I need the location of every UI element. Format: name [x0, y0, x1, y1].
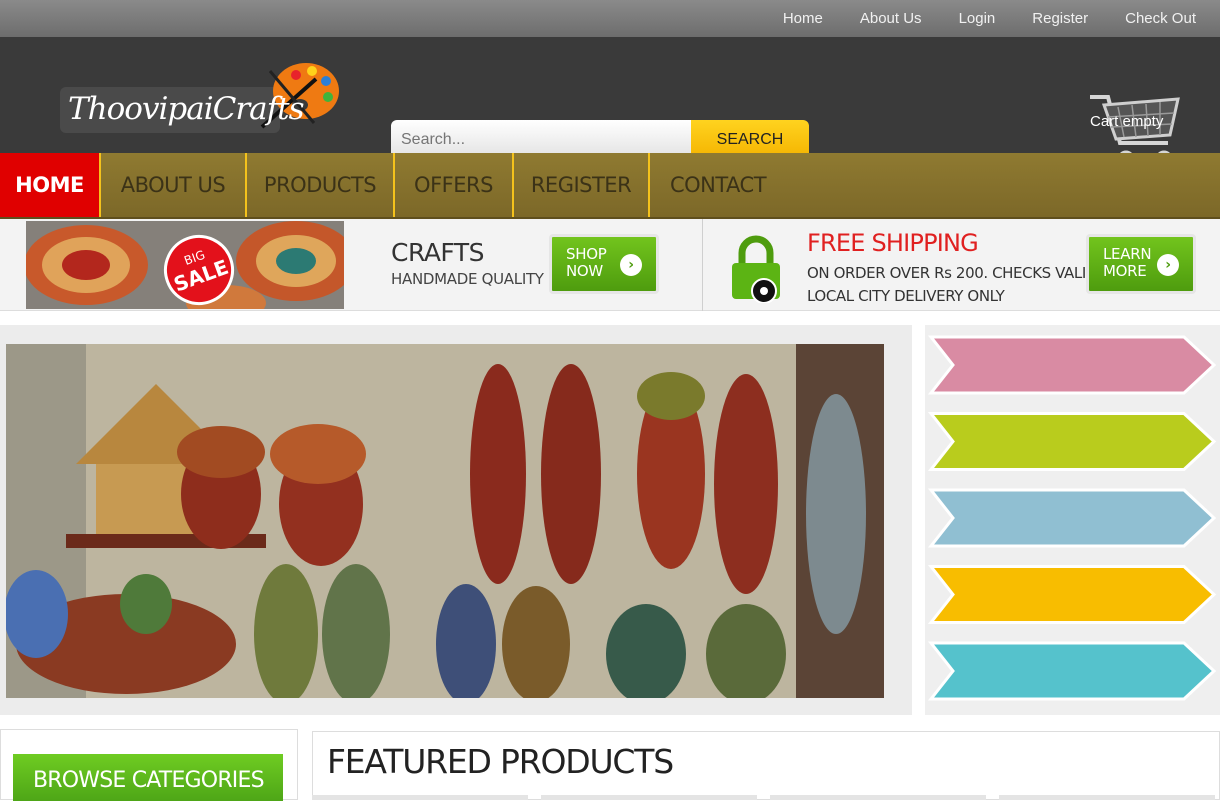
- learn-more-line2: MORE: [1103, 262, 1147, 280]
- product-card[interactable]: [999, 795, 1215, 800]
- top-link-home[interactable]: Home: [783, 10, 823, 27]
- shop-now-button[interactable]: SHOP NOW ›: [549, 234, 659, 294]
- promo-strip: BIG SALE CRAFTS HANDMADE QUALITY SHOP NO…: [0, 219, 1220, 311]
- sale-banner-image[interactable]: BIG SALE: [26, 221, 344, 309]
- crafts-promo: CRAFTS HANDMADE QUALITY: [391, 238, 544, 288]
- browse-categories-panel: BROWSE CATEGORIES: [0, 729, 298, 801]
- crafts-title: CRAFTS: [391, 238, 484, 267]
- wall-masks-image: [6, 344, 884, 698]
- nav-item-home[interactable]: HOME: [0, 153, 101, 217]
- nav-item-products[interactable]: PRODUCTS: [247, 153, 395, 217]
- shipping-title: FREE SHIPPING: [807, 229, 979, 257]
- side-banner-1[interactable]: [927, 335, 1217, 395]
- side-banner-2[interactable]: [927, 412, 1217, 471]
- shop-now-line2: NOW: [566, 262, 603, 280]
- side-banners: [925, 325, 1220, 715]
- top-link-register[interactable]: Register: [1032, 10, 1088, 27]
- top-link-check-out[interactable]: Check Out: [1125, 10, 1196, 27]
- cart-status: Cart empty: [1090, 113, 1164, 130]
- top-links: Home About Us Login Register Check Out: [783, 0, 1220, 37]
- nav-item-register[interactable]: REGISTER: [514, 153, 650, 217]
- nav-item-contact[interactable]: CONTACT: [650, 153, 786, 217]
- main-nav: HOME ABOUT US PRODUCTS OFFERS REGISTER C…: [0, 153, 1220, 219]
- side-arrow-banners: [927, 335, 1217, 701]
- promo-divider: [702, 219, 703, 311]
- shop-now-line1: SHOP: [566, 245, 607, 263]
- logo-text: ThoovipaiCrafts: [68, 91, 304, 127]
- shipping-line1: ON ORDER OVER Rs 200. CHECKS VALID: [807, 264, 1098, 282]
- crafts-subtitle: HANDMADE QUALITY: [391, 270, 544, 288]
- top-link-login[interactable]: Login: [959, 10, 996, 27]
- chevron-right-icon: ›: [1157, 254, 1179, 276]
- nav-item-about-us[interactable]: ABOUT US: [101, 153, 247, 217]
- site-header: ThoovipaiCrafts SEARCH Cart empty: [0, 37, 1220, 168]
- learn-more-line1: LEARN: [1103, 245, 1152, 263]
- top-utility-bar: Home About Us Login Register Check Out: [0, 0, 1220, 37]
- product-card[interactable]: [770, 795, 986, 800]
- learn-more-button[interactable]: LEARN MORE ›: [1086, 234, 1196, 294]
- product-card[interactable]: [312, 795, 528, 800]
- side-banner-5[interactable]: [927, 641, 1217, 701]
- hero-slide-image[interactable]: [6, 344, 884, 698]
- nav-item-offers[interactable]: OFFERS: [395, 153, 514, 217]
- shipping-details: ON ORDER OVER Rs 200. CHECKS VALID LOCAL…: [807, 262, 1097, 308]
- featured-products-title: FEATURED PRODUCTS: [327, 742, 674, 781]
- shipping-lock-icon: [732, 235, 780, 303]
- chevron-right-icon: ›: [620, 254, 642, 276]
- product-card[interactable]: [541, 795, 757, 800]
- side-banner-3[interactable]: [927, 488, 1217, 548]
- browse-categories-header[interactable]: BROWSE CATEGORIES: [13, 754, 283, 801]
- side-banner-4[interactable]: [927, 565, 1217, 624]
- top-link-about-us[interactable]: About Us: [860, 10, 922, 27]
- featured-products-panel: FEATURED PRODUCTS: [312, 731, 1220, 800]
- site-logo[interactable]: ThoovipaiCrafts: [60, 57, 350, 139]
- shipping-line2: LOCAL CITY DELIVERY ONLY: [807, 287, 1005, 305]
